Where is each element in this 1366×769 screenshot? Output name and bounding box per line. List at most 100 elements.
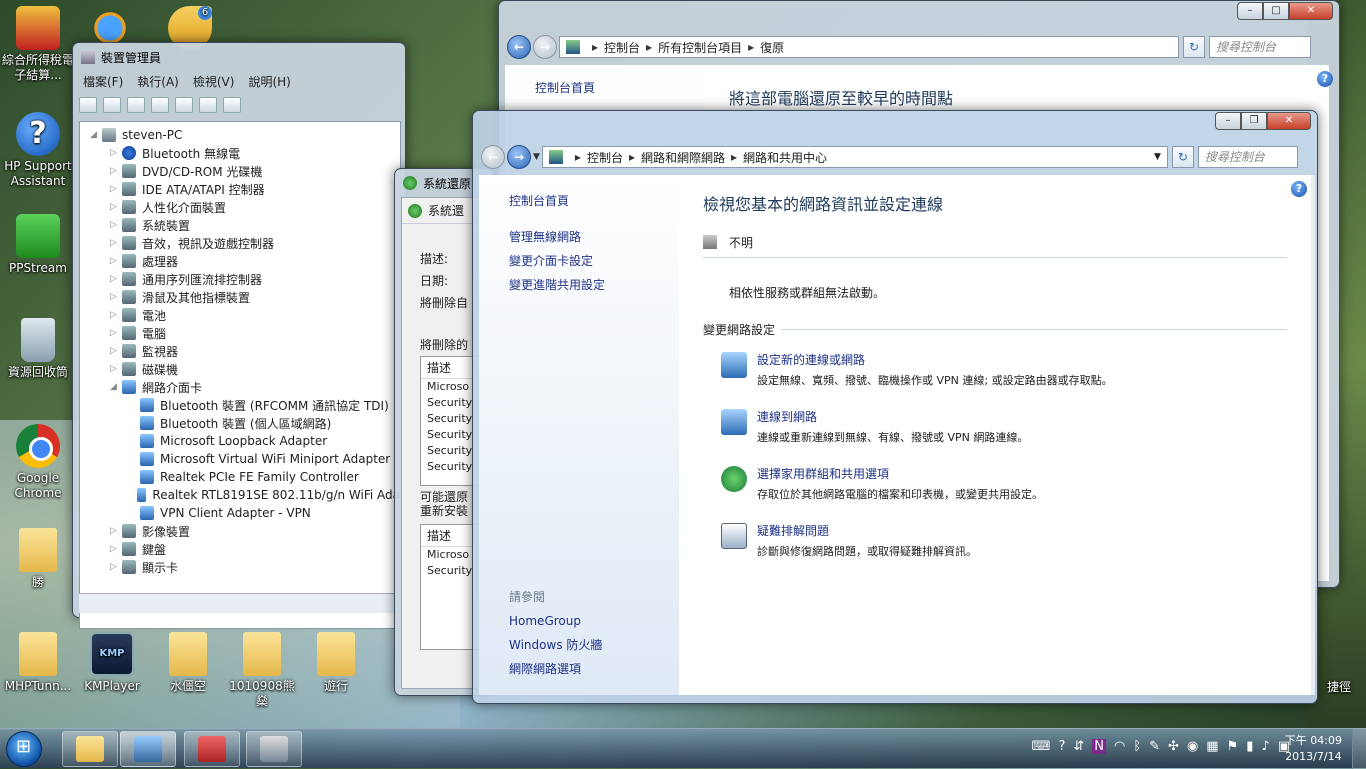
tree-item[interactable]: ▷ 顯示卡 [90,558,400,576]
tree-item[interactable]: ▷ 通用序列匯流排控制器 [90,270,400,288]
properties-icon[interactable] [151,97,169,113]
task-homegroup[interactable]: 選擇家用群組和共用選項 存取位於其他網路電腦的檔案和印表機，或變更共用設定。 [703,466,1287,503]
connection-icon[interactable]: ▦ [1206,739,1218,754]
security-icon[interactable]: ◉ [1187,739,1198,754]
menu-file[interactable]: 檔案(F) [83,73,123,90]
tree-view-icon[interactable] [127,97,145,113]
task-link[interactable]: 設定新的連線或網路 [757,352,1113,369]
breadcrumb-item[interactable]: 網路和共用中心 [743,149,827,166]
volume-icon[interactable]: ♪ [1261,739,1269,754]
tree-item[interactable]: ▷ DVD/CD-ROM 光碟機 [90,162,400,180]
expand-arrow-icon[interactable]: ▷ [110,364,122,374]
expand-arrow-icon[interactable]: ▷ [110,562,122,572]
scrollbar[interactable] [1311,175,1315,695]
device-manager-window[interactable]: 裝置管理員 檔案(F) 執行(A) 檢視(V) 說明(H) ◢ steven-P… [72,42,406,629]
collapse-arrow-icon[interactable]: ◢ [90,130,102,140]
back-button[interactable]: ← [481,145,505,169]
task-connect-network[interactable]: 連線到網路 連線或重新連線到無線、有線、撥號或 VPN 網路連線。 [703,409,1287,446]
taskbar-control-panel[interactable] [120,731,176,767]
back-arrow-icon[interactable] [79,97,97,113]
desktop-icon-folder-2[interactable]: 1010908熊燊 [226,632,298,709]
desktop-icon-mhptunnel[interactable]: MHPTunn... [2,632,74,694]
tree-item[interactable]: Realtek PCIe FE Family Controller [90,468,400,486]
menu-help[interactable]: 說明(H) [248,73,290,90]
expand-arrow-icon[interactable]: ▷ [110,148,122,158]
tree-item[interactable]: ▷ IDE ATA/ATAPI 控制器 [90,180,400,198]
onenote-icon[interactable]: N [1092,739,1106,754]
expand-arrow-icon[interactable]: ▷ [110,238,122,248]
taskbar-device-manager[interactable] [246,731,302,767]
tree-item[interactable]: ◢ 網路介面卡 [90,378,400,396]
maximize-button[interactable]: □ [1263,2,1289,20]
nav-link-homegroup[interactable]: HomeGroup [509,609,679,633]
start-button[interactable] [6,731,42,767]
menu-view[interactable]: 檢視(V) [193,73,235,90]
tree-item[interactable]: ▷ 磁碟機 [90,360,400,378]
expand-arrow-icon[interactable]: ▷ [110,310,122,320]
scan-hardware-icon[interactable] [223,97,241,113]
expand-arrow-icon[interactable]: ▷ [110,166,122,176]
minimize-button[interactable]: – [1215,112,1241,130]
tree-item[interactable]: ▷ 電腦 [90,324,400,342]
clock[interactable]: 下午 04:09 2013/7/14 [1285,733,1342,765]
search-input[interactable]: 搜尋控制台 [1197,146,1298,168]
tree-item[interactable]: ▷ 監視器 [90,342,400,360]
tree-item[interactable]: ▷ Bluetooth 無線電 [90,144,400,162]
keyboard-icon[interactable]: ⌨ [1032,739,1051,754]
desktop-icon-recycle-bin[interactable]: 資源回收筒 [2,318,74,380]
tool-icon[interactable]: ✎ [1149,739,1160,754]
expand-arrow-icon[interactable]: ▷ [110,292,122,302]
breadcrumb[interactable]: ▸ 控制台 ▸ 所有控制台項目 ▸ 復原 [559,36,1179,58]
tree-item[interactable]: ▷ 音效，視訊及遊戲控制器 [90,234,400,252]
nav-link-adapter-settings[interactable]: 變更介面卡設定 [509,249,679,273]
breadcrumb-item[interactable]: 控制台 [604,39,640,56]
forward-button[interactable]: → [533,35,557,59]
nav-link-windows-firewall[interactable]: Windows 防火牆 [509,633,679,657]
tree-root[interactable]: ◢ steven-PC [90,126,400,144]
menu-action[interactable]: 執行(A) [137,73,179,90]
nav-link-manage-wireless[interactable]: 管理無線網路 [509,225,679,249]
breadcrumb-item[interactable]: 復原 [760,39,784,56]
expand-arrow-icon[interactable]: ▷ [110,526,122,536]
forward-arrow-icon[interactable] [103,97,121,113]
nav-link-control-panel-home[interactable]: 控制台首頁 [535,79,705,96]
power-icon[interactable]: ▮ [1246,739,1253,754]
desktop-icon-folder-3[interactable]: 遊行 [300,632,372,694]
help-icon[interactable] [175,97,193,113]
expand-arrow-icon[interactable]: ▷ [110,274,122,284]
close-button[interactable]: ✕ [1267,112,1311,130]
task-link[interactable]: 選擇家用群組和共用選項 [757,466,1043,483]
device-tree[interactable]: ◢ steven-PC ▷ Bluetooth 無線電 ▷ DVD/CD-ROM 光碟… [79,121,401,629]
desktop-icon-chrome[interactable]: Google Chrome [2,424,74,501]
breadcrumb-item[interactable]: 所有控制台項目 [658,39,742,56]
tree-item[interactable]: Bluetooth 裝置 (個人區域網路) [90,414,400,432]
expand-arrow-icon[interactable]: ▷ [110,256,122,266]
expand-arrow-icon[interactable]: ▷ [110,544,122,554]
tree-item[interactable]: Realtek RTL8191SE 802.11b/g/n WiFi Ada [90,486,400,504]
tree-item[interactable]: Microsoft Virtual WiFi Miniport Adapter [90,450,400,468]
network-icon[interactable]: ✣ [1168,739,1179,754]
device-manager-titlebar[interactable]: 裝置管理員 [73,43,405,71]
close-button[interactable]: ✕ [1289,2,1333,20]
tree-item[interactable]: ▷ 人性化介面裝置 [90,198,400,216]
breadcrumb-item[interactable]: 控制台 [587,149,623,166]
tree-item[interactable]: ▷ 處理器 [90,252,400,270]
tree-item[interactable]: ▷ 影像裝置 [90,522,400,540]
desktop-icon-folder-sheng[interactable]: 勝 [2,528,74,590]
help-icon[interactable]: ? [1291,181,1307,197]
tree-item[interactable]: Microsoft Loopback Adapter [90,432,400,450]
desktop-icon-folder-1[interactable]: 水僵空 [152,632,224,694]
network-sharing-window[interactable]: – ❐ ✕ ← → ▼ ▸ 控制台 ▸ 網路和網際網路 ▸ 網路和共用中心 ▼ ↻ 搜… [472,110,1318,704]
task-troubleshoot[interactable]: 疑難排解問題 診斷與修復網路問題，或取得疑難排解資訊。 [703,523,1287,560]
expand-arrow-icon[interactable]: ▷ [110,220,122,230]
task-link[interactable]: 疑難排解問題 [757,523,977,540]
expand-arrow-icon[interactable]: ▷ [110,328,122,338]
flag-icon[interactable]: ⚑ [1227,739,1239,754]
expand-arrow-icon[interactable]: ▷ [110,346,122,356]
refresh-icon[interactable]: ↻ [1171,146,1194,168]
breadcrumb-item[interactable]: 網路和網際網路 [641,149,725,166]
desktop-icon-kmplayer[interactable]: KMP KMPlayer [76,632,148,694]
task-new-connection[interactable]: 設定新的連線或網路 設定無線、寬頻、撥號、臨機操作或 VPN 連線; 或設定路由器… [703,352,1287,389]
restore-button[interactable]: ❐ [1241,112,1267,130]
taskbar-toolbox[interactable] [184,731,240,767]
